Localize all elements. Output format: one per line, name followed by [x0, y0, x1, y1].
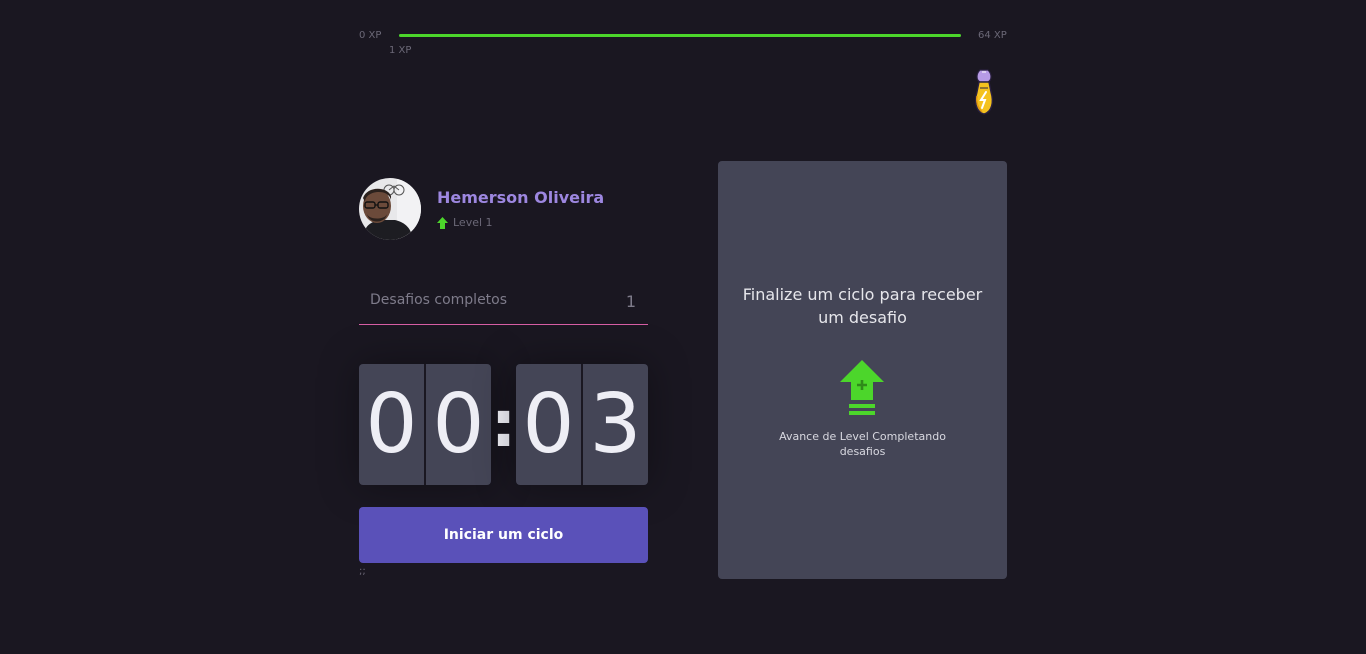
challenge-box: Finalize um ciclo para receber um desafi…: [718, 161, 1007, 579]
challenge-box-hint: Avance de Level Completando desafios: [779, 430, 946, 458]
stray-text: ;;: [359, 566, 366, 577]
challenge-box-title: Finalize um ciclo para receber um desafi…: [742, 285, 983, 327]
xp-progress-fill: [399, 34, 961, 37]
second-digit-2: 3: [581, 364, 648, 485]
app-root: 0 XP 64 XP 1 XP Hemerson Oliveira Level …: [0, 0, 1366, 654]
second-digit-1: 0: [516, 364, 581, 485]
challenges-label: Desafios completos: [370, 292, 508, 308]
profile-name: Hemerson Oliveira: [437, 188, 605, 207]
xp-progress-bar: [399, 34, 961, 37]
countdown-minutes: 0 0: [359, 364, 491, 485]
avatar: [359, 178, 421, 240]
challenges-count: 1: [625, 292, 636, 311]
level-up-icon: [840, 360, 884, 415]
completed-challenges: Desafios completos 1: [359, 286, 648, 325]
minute-digit-1: 0: [359, 364, 424, 485]
countdown-separator: :: [490, 387, 517, 462]
level-text: Level 1: [453, 216, 493, 229]
level-indicator: Level 1: [437, 216, 493, 229]
countdown-seconds: 0 3: [516, 364, 648, 485]
xp-min-label: 0 XP: [359, 30, 382, 41]
level-up-arrow-icon: [437, 216, 448, 229]
xp-current-label: 1 XP: [389, 45, 412, 56]
avatar-photo: [359, 178, 421, 240]
potion-icon: [975, 69, 993, 115]
minute-digit-2: 0: [424, 364, 491, 485]
xp-max-label: 64 XP: [978, 30, 1007, 41]
start-cycle-button[interactable]: Iniciar um ciclo: [359, 507, 648, 563]
